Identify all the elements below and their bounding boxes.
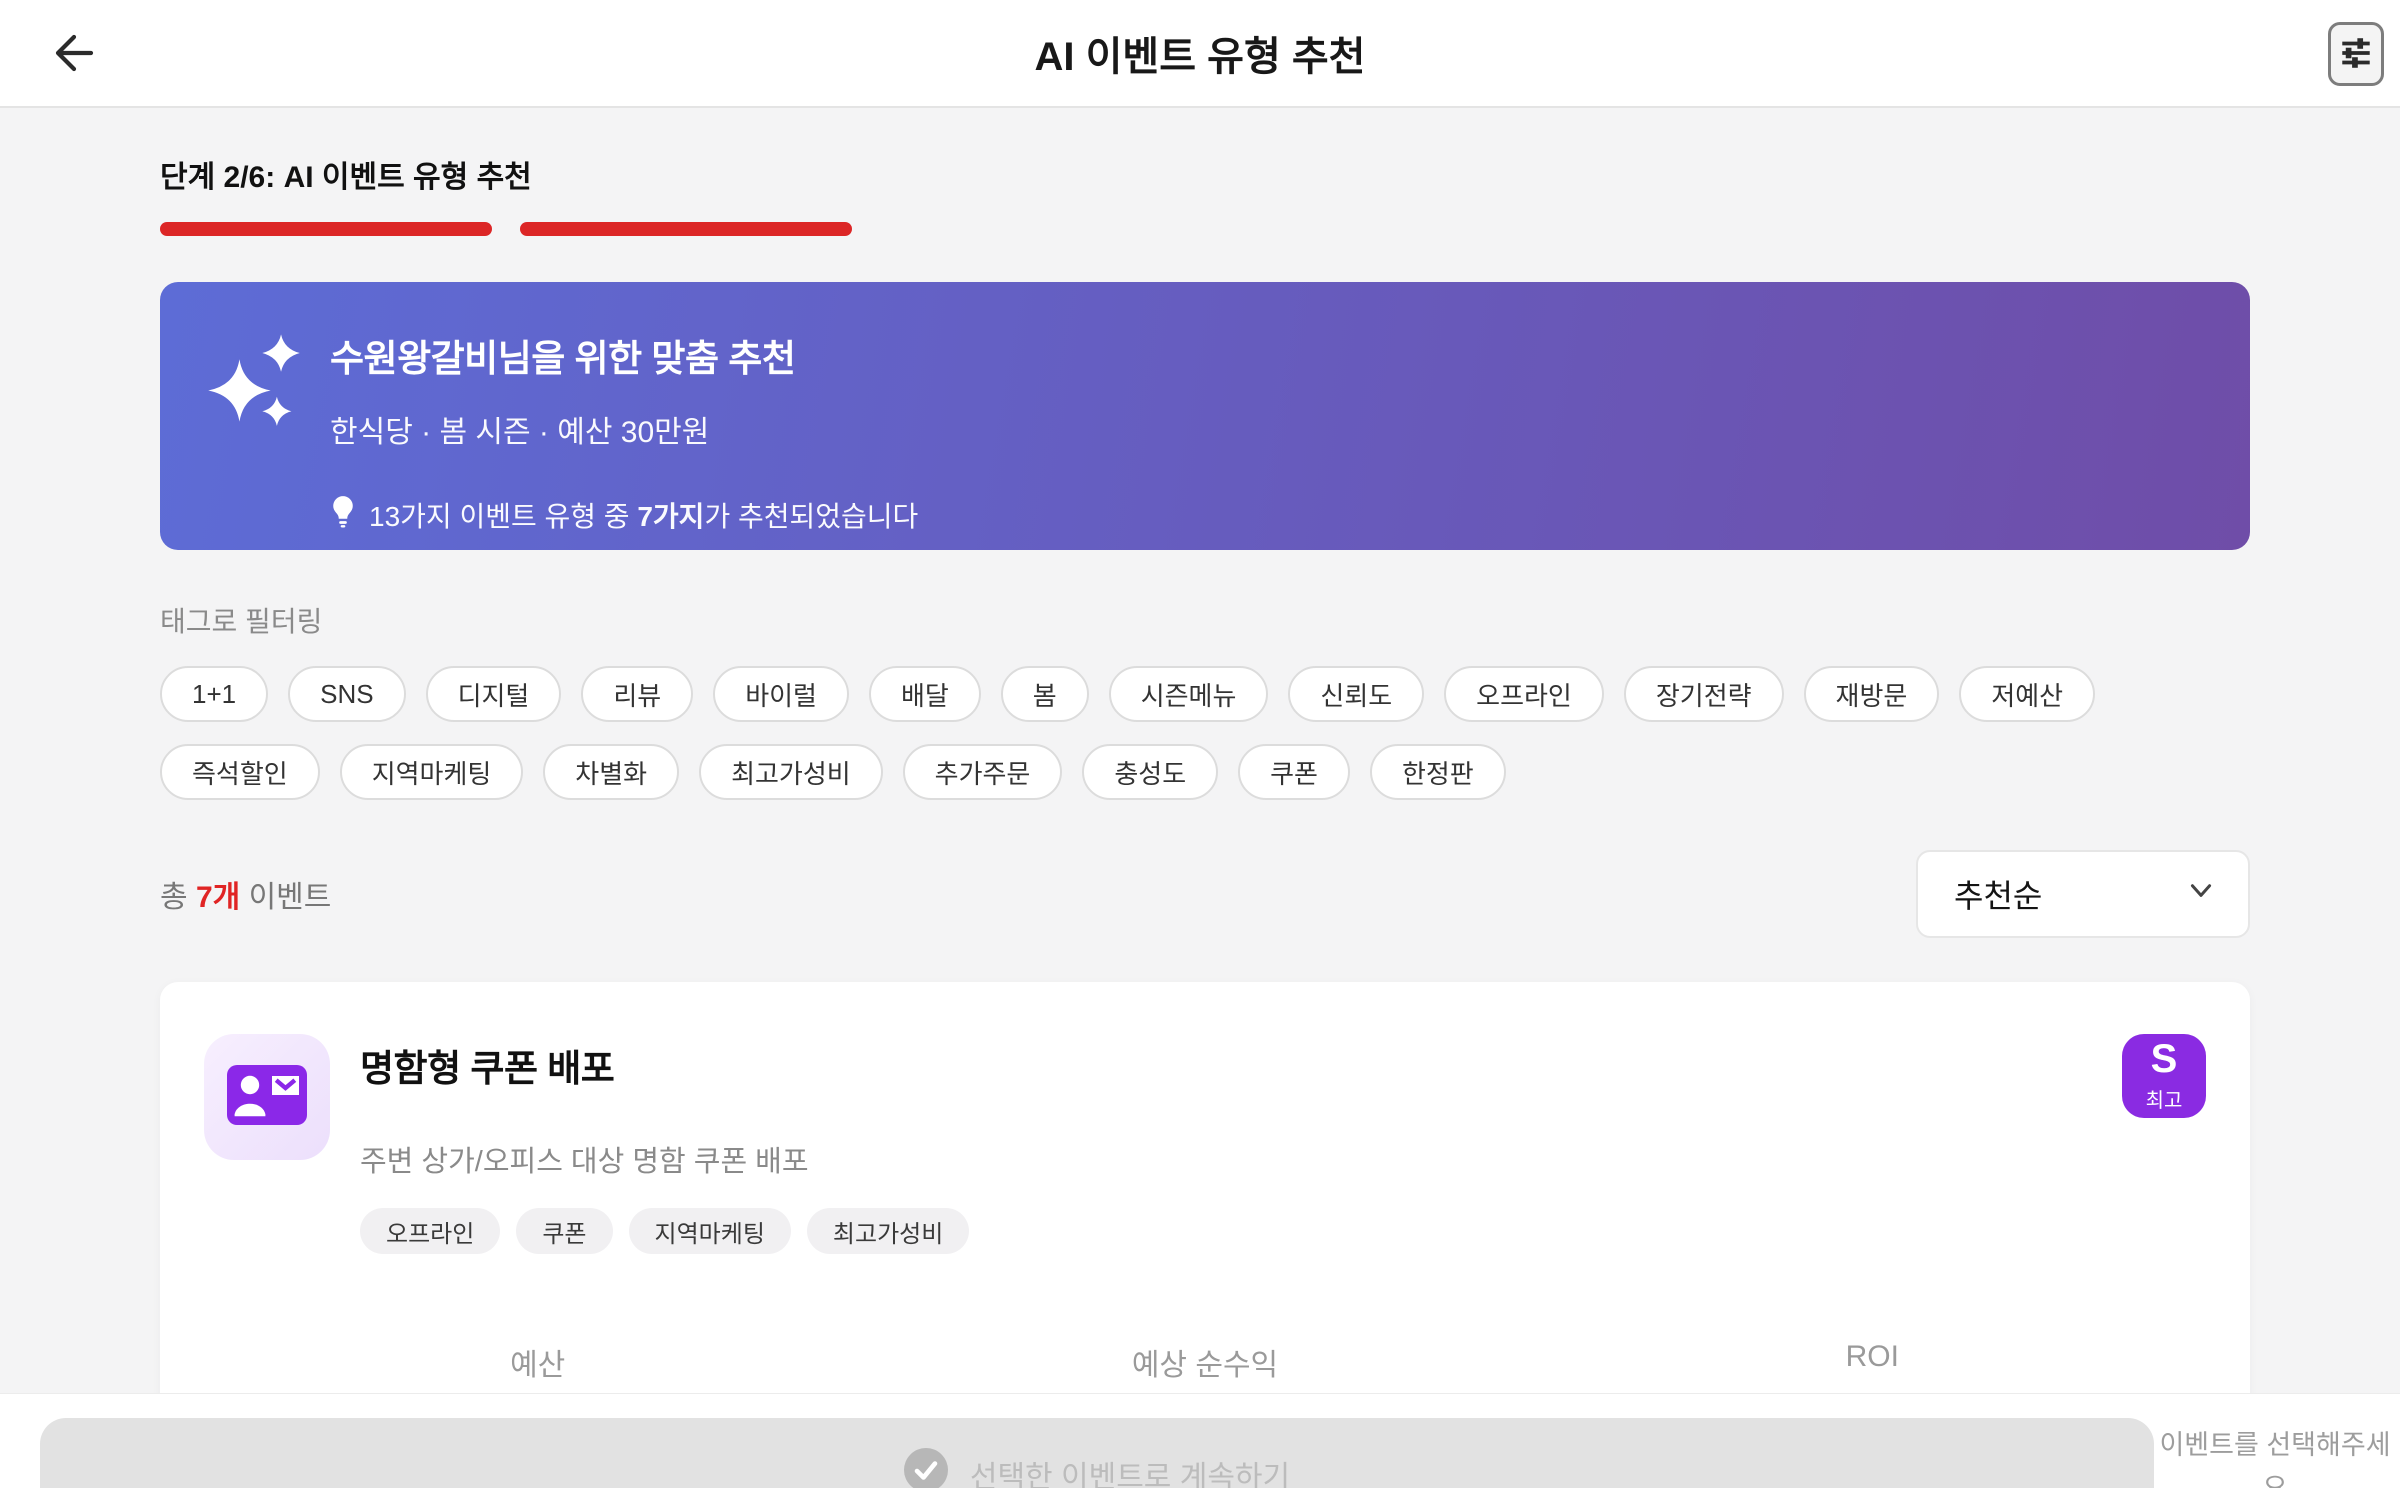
progress-bar <box>160 222 2250 236</box>
banner-info-count: 7가지 <box>637 500 705 532</box>
sliders-tune-icon <box>2337 34 2375 75</box>
sparkles-icon <box>202 326 306 435</box>
summary-row: 총 7개 이벤트 추천순 <box>160 850 2250 938</box>
filter-tag[interactable]: 장기전략 <box>1623 666 1784 722</box>
app-header: AI 이벤트 유형 추천 <box>0 0 2400 108</box>
bottom-bar: 선택한 이벤트로 계속하기 이벤트를 선택해주세요 <box>0 1394 2400 1488</box>
total-events-count: 7개 <box>195 881 241 914</box>
filter-tag[interactable]: 1+1 <box>160 666 269 722</box>
banner-title: 수원왕갈비님을 위한 맞춤 추천 <box>330 338 796 379</box>
contact-card-mail-icon <box>227 1064 307 1130</box>
filter-tag[interactable]: 바이럴 <box>713 666 849 722</box>
grade-label: 최고 <box>2145 1090 2183 1112</box>
continue-button[interactable]: 선택한 이벤트로 계속하기 <box>40 1418 2154 1488</box>
filter-tag[interactable]: 신뢰도 <box>1288 666 1425 722</box>
event-card-head: 명함형 쿠폰 배포 주변 상가/오피스 대상 명함 쿠폰 배포 오프라인 쿠폰 지역… <box>204 1034 2206 1254</box>
footer-helper-text: 이벤트를 선택해주세요 <box>2159 1430 2391 1488</box>
lightbulb-icon <box>330 494 356 535</box>
filter-tag[interactable]: 추가주문 <box>902 744 1063 800</box>
settings-button[interactable] <box>2328 22 2384 86</box>
filter-tag[interactable]: 리뷰 <box>581 666 694 722</box>
event-tag: 오프라인 <box>360 1208 501 1254</box>
progress-segment <box>520 222 852 236</box>
event-tag: 최고가성비 <box>806 1208 970 1254</box>
event-card-body: 명함형 쿠폰 배포 주변 상가/오피스 대상 명함 쿠폰 배포 오프라인 쿠폰 지역… <box>360 1034 2092 1254</box>
filter-tag[interactable]: 봄 <box>1000 666 1089 722</box>
banner-info: 13가지 이벤트 유형 중 7가지가 추천되었습니다 <box>330 494 2190 535</box>
stat-label: ROI <box>1845 1340 1899 1373</box>
filter-tag[interactable]: 지역마케팅 <box>339 744 524 800</box>
event-tag: 지역마케팅 <box>628 1208 791 1254</box>
grade-letter: S <box>2150 1037 2178 1081</box>
filter-tag[interactable]: 충성도 <box>1082 744 1219 800</box>
event-tag-list: 오프라인 쿠폰 지역마케팅 최고가성비 <box>360 1208 2092 1254</box>
continue-button-label: 선택한 이벤트로 계속하기 <box>969 1461 1291 1488</box>
chevron-down-icon <box>2186 875 2216 913</box>
banner-info-text: 13가지 이벤트 유형 중 7가지가 추천되었습니다 <box>369 500 919 532</box>
total-events-label: 총 7개 이벤트 <box>160 881 332 914</box>
filter-tag-list: 1+1 SNS 디지털 리뷰 바이럴 배달 봄 시즌메뉴 신뢰도 오프라인 장기전략 재방문 저예산즉석… <box>160 666 2250 800</box>
filter-tag[interactable]: 재방문 <box>1803 666 1940 722</box>
sort-dropdown[interactable]: 추천순 <box>1916 850 2250 938</box>
filter-tag[interactable]: 차별화 <box>543 744 680 800</box>
grade-badge: S 최고 <box>2122 1034 2206 1118</box>
event-description: 주변 상가/오피스 대상 명함 쿠폰 배포 <box>360 1146 809 1178</box>
event-icon-container <box>204 1034 330 1160</box>
filter-tag[interactable]: 즉석할인 <box>160 744 320 800</box>
filter-tag[interactable]: 쿠폰 <box>1238 744 1350 800</box>
filter-tag[interactable]: SNS <box>288 666 406 722</box>
filter-label: 태그로 필터링 <box>160 606 323 637</box>
filter-tag[interactable]: 오프라인 <box>1444 666 1604 722</box>
filter-tag[interactable]: 배달 <box>868 666 981 722</box>
step-label: 단계 2/6: AI 이벤트 유형 추천 <box>160 161 532 194</box>
event-tag: 쿠폰 <box>516 1208 613 1254</box>
main-content: 단계 2/6: AI 이벤트 유형 추천 수원왕갈비님을 위한 맞춤 추천 한식… <box>0 108 2400 1488</box>
event-title: 명함형 쿠폰 배포 <box>360 1048 615 1089</box>
filter-tag[interactable]: 한정판 <box>1369 744 1506 800</box>
filter-tag[interactable]: 최고가성비 <box>699 744 883 800</box>
stat-label: 예산 <box>510 1349 566 1382</box>
filter-tag[interactable]: 디지털 <box>425 666 562 722</box>
progress-segment <box>160 222 492 236</box>
filter-tag[interactable]: 시즌메뉴 <box>1108 666 1269 722</box>
ai-banner: 수원왕갈비님을 위한 맞춤 추천 한식당 · 봄 시즌 · 예산 30만원 13… <box>160 282 2250 550</box>
filter-tag[interactable]: 저예산 <box>1959 666 2096 722</box>
stat-label: 예상 순수익 <box>1131 1349 1279 1382</box>
check-circle-icon <box>903 1448 948 1488</box>
banner-subtitle: 한식당 · 봄 시즌 · 예산 30만원 <box>330 416 710 449</box>
sort-selected-value: 추천순 <box>1954 878 2043 914</box>
page-title: AI 이벤트 유형 추천 <box>1034 35 1366 79</box>
